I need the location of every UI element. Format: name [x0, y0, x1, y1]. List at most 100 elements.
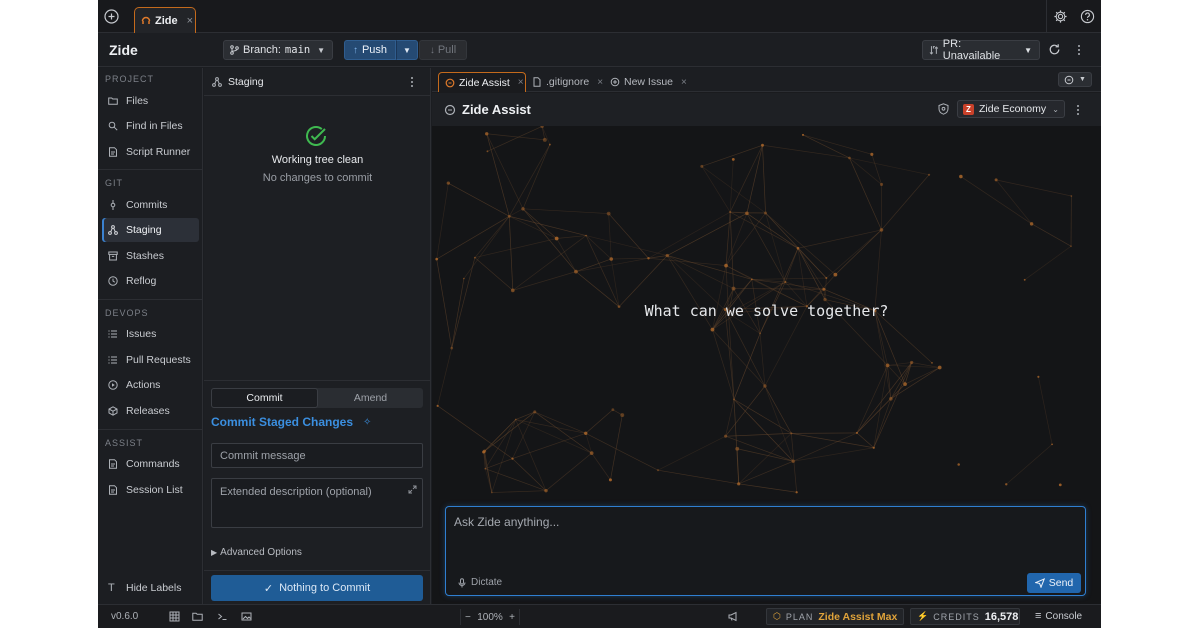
clean-title: Working tree clean [271, 154, 364, 166]
pull-button[interactable]: ↓ Pull [419, 40, 467, 60]
divider [98, 429, 203, 430]
divider [1046, 0, 1047, 33]
sidebar-item-stashes[interactable]: Stashes [102, 244, 199, 268]
sidebar-item-script-runner[interactable]: Script Runner [102, 140, 199, 164]
microphone-icon [458, 577, 466, 587]
check-icon: ✓ [263, 582, 274, 595]
close-icon[interactable]: × [518, 77, 524, 88]
section-title-project: PROJECT [105, 74, 155, 84]
tab-gitignore[interactable]: .gitignore × [526, 72, 604, 92]
push-button[interactable]: ↑ Push [344, 40, 396, 60]
commit-description-field[interactable] [211, 478, 423, 528]
tab-new-issue[interactable]: New Issue × [604, 72, 688, 92]
zoom-control: − 100% + [460, 609, 520, 625]
chat-icon [1064, 75, 1074, 84]
zoom-in-button[interactable]: + [509, 612, 515, 623]
more-options-icon[interactable] [406, 75, 418, 89]
more-options-icon[interactable] [1072, 103, 1084, 117]
sidebar-item-staging[interactable]: Staging [102, 218, 199, 242]
model-selector[interactable]: Z Zide Economy ⌄ [957, 100, 1065, 118]
sidebar-item-session-list[interactable]: Session List [102, 478, 199, 502]
chat-composer: Dictate Send [445, 506, 1086, 596]
history-icon [108, 276, 118, 286]
assist-panel-menu[interactable]: ▼ [1058, 72, 1092, 87]
hide-labels-button[interactable]: T Hide Labels [102, 576, 181, 600]
text-icon: T [108, 582, 115, 594]
credits-badge[interactable]: ⚡ CREDITS 16,578 [910, 608, 1020, 625]
sidebar-item-releases[interactable]: Releases [102, 399, 199, 423]
brand-title: Zide [109, 42, 138, 58]
tab-label: Zide Assist [459, 76, 510, 89]
pull-label: Pull [437, 44, 457, 56]
more-options-icon[interactable] [1073, 43, 1085, 57]
dictate-button[interactable]: Dictate [458, 577, 502, 588]
model-name: Zide Economy [979, 103, 1047, 115]
staging-title: Staging [228, 75, 264, 88]
session-icon [109, 485, 117, 495]
pull-request-icon [929, 46, 939, 55]
sidebar-item-label: Pull Requests [126, 354, 191, 366]
sidebar-item-commits[interactable]: Commits [102, 193, 199, 217]
refresh-icon[interactable] [1048, 43, 1061, 56]
commit-message-field[interactable] [211, 443, 423, 468]
sparkle-icon[interactable]: ✧ [363, 417, 371, 428]
send-button[interactable]: Send [1027, 573, 1081, 593]
sidebar-item-find-in-files[interactable]: Find in Files [102, 114, 199, 138]
sidebar: PROJECT Files Find in Files Script Runne… [98, 68, 203, 604]
image-icon[interactable] [241, 611, 252, 622]
grid-icon[interactable] [169, 611, 180, 622]
caret-right-icon: ▶ [211, 548, 218, 557]
megaphone-icon[interactable] [728, 611, 739, 622]
close-icon[interactable]: × [597, 77, 603, 88]
tab-label: New Issue [624, 76, 674, 88]
sidebar-item-issues[interactable]: Issues [102, 322, 199, 346]
close-icon[interactable]: × [187, 15, 193, 27]
sidebar-item-actions[interactable]: Actions [102, 373, 199, 397]
chevron-down-icon: ▼ [403, 45, 411, 55]
section-title-git: GIT [105, 178, 123, 188]
folder-icon [108, 97, 118, 105]
advanced-options-toggle[interactable]: ▶ Advanced Options [211, 547, 302, 558]
zoom-out-button[interactable]: − [465, 612, 471, 623]
toolbar: Zide Branch: main ▼ ↑ Push ▼ ↓ Pull PR: … [98, 33, 1101, 67]
sidebar-item-label: Staging [126, 224, 162, 236]
app-tab[interactable]: Zide × [134, 7, 196, 33]
help-icon[interactable] [1080, 9, 1095, 24]
check-circle-icon [306, 126, 326, 146]
credits-label: CREDITS [933, 611, 980, 622]
sidebar-item-reflog[interactable]: Reflog [102, 269, 199, 293]
model-logo-icon: Z [963, 103, 974, 115]
chevron-down-icon: ⌄ [1052, 104, 1059, 114]
clean-subtitle: No changes to commit [262, 172, 373, 184]
tab-commit[interactable]: Commit [211, 388, 318, 408]
tab-amend[interactable]: Amend [318, 388, 423, 408]
sidebar-item-pull-requests[interactable]: Pull Requests [102, 348, 199, 372]
new-tab-icon[interactable] [103, 8, 120, 25]
chat-input[interactable] [454, 515, 1054, 529]
staging-header: Staging [204, 68, 431, 96]
sidebar-item-label: Find in Files [126, 120, 183, 132]
commit-area: Commit Amend Commit Staged Changes ✧ ▶ A… [204, 380, 431, 604]
chevron-down-icon: ▼ [317, 45, 325, 55]
shield-icon[interactable] [938, 103, 949, 115]
commit-mode-toggle: Commit Amend [211, 388, 423, 408]
branch-name: main [284, 44, 311, 56]
terminal-icon[interactable] [217, 611, 228, 622]
pr-selector[interactable]: PR: Unavailable ▼ [922, 38, 1040, 62]
sidebar-item-commands[interactable]: Commands [102, 452, 199, 476]
push-options-button[interactable]: ▼ [396, 40, 418, 60]
branch-icon [230, 45, 239, 55]
plan-badge[interactable]: ⬡ PLAN Zide Assist Max [766, 608, 904, 625]
nothing-to-commit-button[interactable]: ✓ Nothing to Commit [211, 575, 423, 601]
console-button[interactable]: ≡ Console [1035, 610, 1082, 622]
branch-selector[interactable]: Branch: main ▼ [223, 40, 333, 60]
branch-prefix: Branch: [243, 44, 281, 56]
send-label: Send [1048, 577, 1074, 589]
expand-icon[interactable] [408, 485, 417, 494]
sidebar-item-files[interactable]: Files [102, 89, 199, 113]
gear-icon[interactable] [1053, 9, 1068, 24]
folder-icon[interactable] [192, 611, 203, 622]
menu-icon: ≡ [1035, 610, 1042, 622]
tab-zide-assist[interactable]: Zide Assist × [438, 72, 526, 92]
close-icon[interactable]: × [681, 77, 687, 88]
